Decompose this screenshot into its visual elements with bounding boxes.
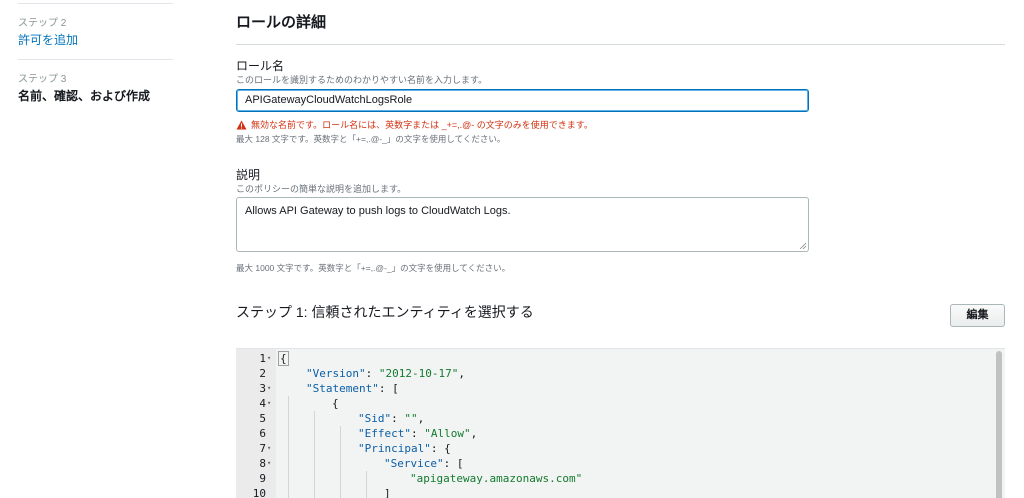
line-number: 6 [259,427,266,440]
fold-toggle-icon[interactable]: ▾ [267,381,275,396]
code-line: 1 ▾{ [236,351,996,366]
line-number: 4 [259,397,266,410]
edit-button[interactable]: 編集 [950,304,1005,327]
code-line: 2 "Version": "2012-10-17", [236,366,996,381]
divider [18,3,173,4]
code-line: 10] [236,486,996,498]
code-text: "Version": "2012-10-17", [306,367,465,380]
error-text: 無効な名前です。ロール名には、英数字または _+=,.@- の文字のみを使用でき… [251,120,593,130]
line-number: 3 [259,382,266,395]
code-line: 5 "Sid": "", [236,411,996,426]
code-line: 8 ▾ "Service": [ [236,456,996,471]
line-number: 8 [259,457,266,470]
code-line: 9 "apigateway.amazonaws.com" [236,471,996,486]
description-value: Allows API Gateway to push logs to Cloud… [245,205,511,217]
step-label: ステップ 2 [18,18,67,29]
line-number: 5 [259,412,266,425]
indent-guide [340,426,341,498]
code-text: "apigateway.amazonaws.com" [410,472,583,485]
step-label: ステップ 3 [18,74,67,85]
indent-guide [288,396,289,498]
divider [18,59,173,60]
indent-guide [314,411,315,498]
code-line: 6 "Effect": "Allow", [236,426,996,441]
description-label: 説明 [236,168,261,182]
json-policy-editor[interactable]: 1 ▾{2 "Version": "2012-10-17", 3 ▾ "Statement… [236,348,1005,498]
editor-scrollbar[interactable] [996,351,1002,498]
role-name-input[interactable]: APIGatewayCloudWatchLogsRole [236,89,809,112]
code-text: "Service": [ [384,457,464,470]
code-text: { [332,397,339,410]
role-name-label: ロール名 [236,59,285,73]
code-text: { [278,351,289,366]
code-text: "Sid": "", [358,412,425,425]
fold-toggle-icon[interactable]: ▾ [267,396,275,411]
description-help: 最大 1000 文字です。英数字と「+=,.@-_」の文字を使用してください。 [236,263,511,273]
line-number: 9 [259,472,266,485]
description-hint: このポリシーの簡単な説明を追加します。 [236,184,407,194]
step-link-add-permissions[interactable]: 許可を追加 [18,32,78,48]
code-line: 4 ▾ { [236,396,996,411]
line-number: 10 [252,487,266,498]
code-text: "Effect": "Allow", [358,427,478,440]
fold-toggle-icon[interactable]: ▾ [267,441,275,456]
step-2: ステップ 2 許可を追加 [18,18,78,48]
role-name-description: このロールを識別するためのわかりやすい名前を入力します。 [236,75,488,85]
code-line: 7 ▾ "Principal": { [236,441,996,456]
line-number: 2 [259,367,266,380]
section-divider [236,44,1005,45]
description-textarea[interactable]: Allows API Gateway to push logs to Cloud… [236,197,809,252]
role-name-error: 無効な名前です。ロール名には、英数字または _+=,.@- の文字のみを使用でき… [236,118,593,131]
fold-toggle-icon[interactable]: ▾ [267,351,275,366]
step-3: ステップ 3 名前、確認、および作成 [18,74,150,104]
step-current-name-review-create: 名前、確認、および作成 [18,89,151,103]
line-number: 1 [259,352,266,365]
resize-grip-icon[interactable] [799,242,806,249]
warning-icon [236,120,247,129]
fold-toggle-icon[interactable]: ▾ [267,456,275,471]
section-title: ロールの詳細 [236,14,327,31]
code-text: ] [384,487,391,498]
trusted-entity-heading: ステップ 1: 信頼されたエンティティを選択する [236,304,534,320]
role-name-help: 最大 128 文字です。英数字と「+=,.@-_」の文字を使用してください。 [236,134,506,144]
indent-guide [366,471,367,498]
code-text: "Statement": [ [306,382,399,395]
code-text: "Principal": { [358,442,451,455]
line-number: 7 [259,442,266,455]
code-line: 3 ▾ "Statement": [ [236,381,996,396]
